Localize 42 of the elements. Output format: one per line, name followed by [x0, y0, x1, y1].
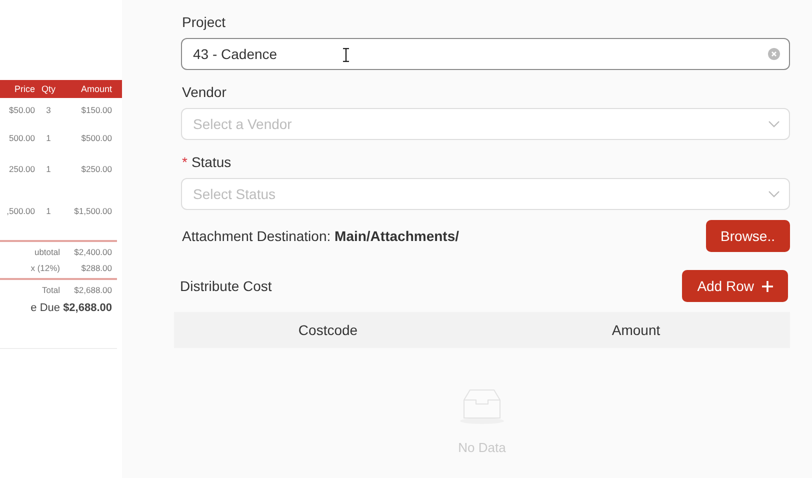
column-header: Qty — [40, 84, 56, 94]
qty-cell-text: 1 — [45, 164, 52, 174]
amount-cell-text: $250.00 — [80, 164, 113, 174]
total-value: $2,400.00 — [73, 247, 113, 257]
column-header: Amount — [80, 84, 113, 94]
price-cell-text: ,500.00 — [6, 206, 36, 216]
project-field[interactable]: 43 - Cadence — [181, 38, 790, 70]
required-mark: * — [182, 154, 188, 170]
empty-tray-icon — [458, 388, 506, 424]
select-field[interactable]: Select Status — [181, 178, 790, 210]
total-label: x (12%) — [30, 263, 61, 273]
select-field[interactable]: Select a Vendor — [181, 108, 790, 140]
price-cell-text: 500.00 — [8, 132, 36, 142]
total-value: $288.00 — [80, 263, 113, 273]
total-label: e Due — [30, 302, 61, 314]
column-header: Costcode — [174, 312, 482, 348]
total-value: $2,688.00 — [62, 302, 113, 314]
chevron-down-icon[interactable] — [768, 190, 780, 198]
amount-cell-text: $1,500.00 — [73, 206, 113, 216]
field-label: Status — [191, 154, 232, 170]
price-cell-text: $50.00 — [8, 105, 36, 115]
attachment-destination: Attachment Destination: Main/Attachments/ — [182, 228, 459, 244]
chevron-down-icon[interactable] — [768, 120, 780, 128]
qty-cell-text: 3 — [45, 105, 52, 115]
total-label: ubtotal — [33, 247, 61, 257]
price-cell-text: 250.00 — [8, 164, 36, 174]
add-row-button[interactable]: Add Row — [682, 270, 788, 302]
total-label: Total — [41, 285, 61, 295]
browse-button[interactable]: Browse.. — [706, 220, 790, 252]
amount-cell-text: $500.00 — [80, 132, 113, 142]
section-title: Distribute Cost — [180, 278, 272, 294]
plus-icon — [762, 280, 773, 292]
total-value: $2,688.00 — [73, 285, 113, 295]
column-header: Amount — [482, 312, 790, 348]
column-header: Price — [13, 84, 36, 94]
clear-icon[interactable] — [768, 48, 780, 60]
text-cursor-icon — [343, 48, 349, 62]
field-label: Project — [182, 14, 226, 30]
qty-cell-text: 1 — [45, 206, 52, 216]
amount-cell-text: $150.00 — [80, 105, 113, 115]
qty-cell-text: 1 — [45, 132, 52, 142]
field-label: Vendor — [182, 84, 226, 100]
